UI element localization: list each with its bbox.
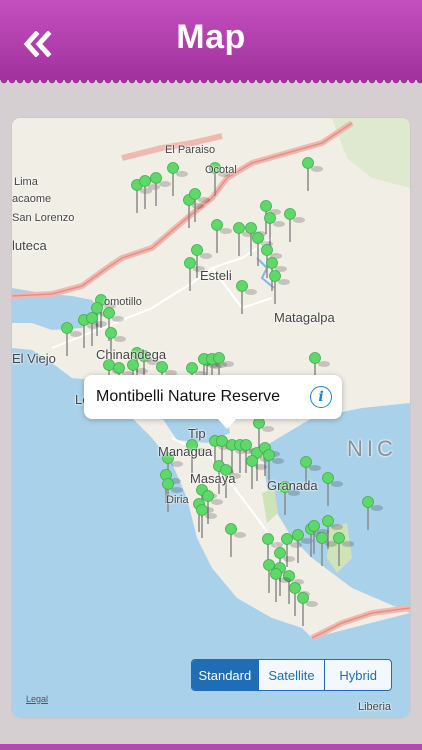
info-icon[interactable]: i bbox=[310, 386, 332, 408]
map-type-standard[interactable]: Standard bbox=[192, 660, 258, 690]
map-type-hybrid[interactable]: Hybrid bbox=[324, 660, 391, 690]
place-label: El Paraiso bbox=[165, 144, 216, 156]
navigation-bar: Map bbox=[0, 0, 422, 80]
place-label: Matagalpa bbox=[274, 310, 335, 325]
callout-title: Montibelli Nature Reserve bbox=[96, 388, 281, 405]
place-label: omotillo bbox=[104, 296, 142, 308]
place-label: Granada bbox=[267, 478, 318, 493]
map-type-selector[interactable]: Standard Satellite Hybrid bbox=[191, 659, 392, 691]
navbar-scalloped-edge bbox=[0, 80, 422, 86]
place-label: El Viejo bbox=[12, 351, 56, 366]
place-label: San Lorenzo bbox=[12, 212, 75, 224]
page-title: Map bbox=[176, 18, 246, 56]
place-label: Managua bbox=[158, 444, 213, 459]
place-label: Lima bbox=[14, 176, 38, 188]
place-label: Tip bbox=[188, 426, 206, 441]
legal-link[interactable]: Legal bbox=[26, 694, 48, 704]
map-view[interactable]: El Paraiso Ocotal Lima acaome San Lorenz… bbox=[12, 118, 410, 718]
place-label: Chinandega bbox=[96, 347, 167, 362]
place-label: acaome bbox=[12, 193, 52, 205]
place-label: luteca bbox=[12, 238, 47, 253]
callout-pointer bbox=[218, 419, 236, 429]
place-label: Liberia bbox=[358, 701, 392, 713]
place-label: Masaya bbox=[190, 471, 236, 486]
map-type-satellite[interactable]: Satellite bbox=[257, 660, 325, 690]
place-label: Esteli bbox=[200, 268, 232, 283]
map-callout[interactable]: Montibelli Nature Reserve i bbox=[84, 375, 342, 429]
place-label: Diria bbox=[166, 494, 189, 506]
bottom-bar bbox=[0, 744, 422, 750]
country-label: NIC bbox=[347, 436, 397, 461]
place-label: Ocotal bbox=[205, 164, 237, 176]
